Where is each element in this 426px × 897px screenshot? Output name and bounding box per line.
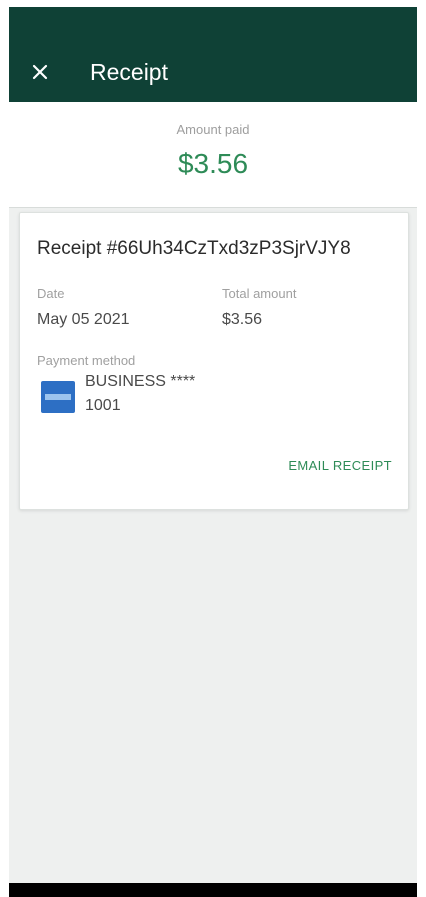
system-nav-bar	[9, 883, 417, 897]
card-last4: 1001	[85, 397, 121, 414]
payment-method-label: Payment method	[37, 353, 136, 368]
close-icon	[32, 64, 48, 80]
amount-paid-value: $3.56	[177, 148, 249, 179]
amex-card-icon	[41, 381, 75, 413]
receipt-screen: Receipt Amount paid $3.56 Receipt #66Uh3…	[9, 7, 417, 897]
receipt-card: Receipt #66Uh34CzTxd3zP3SjrVJY8 Date May…	[19, 212, 409, 510]
email-receipt-button[interactable]: EMAIL RECEIPT	[288, 458, 392, 473]
card-stripe	[45, 394, 71, 400]
amount-paid-label: Amount paid	[176, 122, 250, 137]
amount-summary: Amount paid $3.56	[9, 102, 417, 207]
receipt-id: Receipt #66Uh34CzTxd3zP3SjrVJY8	[37, 238, 351, 259]
date-label: Date	[37, 286, 65, 301]
total-amount-label: Total amount	[222, 286, 297, 301]
close-button[interactable]	[25, 57, 55, 87]
divider	[9, 207, 417, 208]
total-amount-value: $3.56	[222, 311, 263, 328]
card-name: BUSINESS ****	[85, 373, 196, 390]
app-bar: Receipt	[9, 7, 417, 102]
date-value: May 05 2021	[37, 311, 130, 328]
page-title: Receipt	[90, 59, 168, 85]
